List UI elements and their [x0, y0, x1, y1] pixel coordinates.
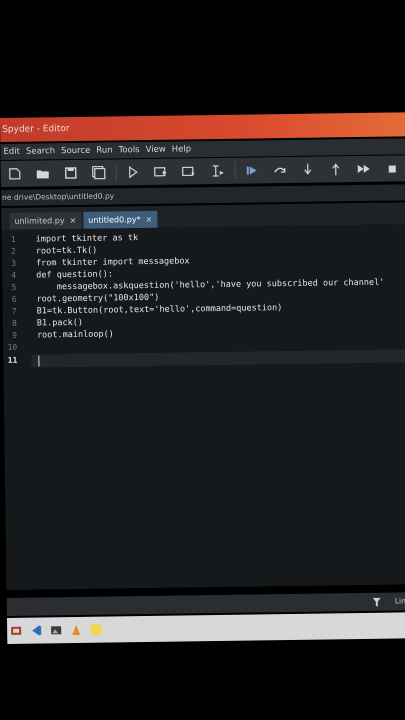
menu-help[interactable]: Help	[172, 141, 192, 157]
step-icon[interactable]	[265, 159, 293, 181]
toolbar	[0, 155, 405, 187]
line-number: 3	[11, 258, 17, 268]
save-icon[interactable]	[57, 162, 85, 184]
text-caret	[38, 355, 40, 367]
code-line: root=tk.Tk()	[35, 245, 98, 257]
screen: Spyder - Editor Edit Search Source Run T…	[0, 112, 405, 648]
continue-icon[interactable]	[349, 158, 377, 180]
toolbar-separator	[114, 163, 118, 182]
filter-icon[interactable]	[372, 593, 381, 611]
stop-icon[interactable]	[377, 157, 405, 179]
code-line: import tkinter as tk	[35, 233, 139, 245]
code-line: root.mainloop()	[36, 329, 114, 341]
line-number: 11	[7, 355, 18, 365]
line-number: 10	[7, 342, 18, 352]
menu-tools[interactable]: Tools	[119, 142, 140, 158]
line-number: 2	[10, 246, 16, 256]
menu-run[interactable]: Run	[96, 142, 113, 158]
line-number: 1	[10, 234, 16, 244]
line-number: 9	[12, 330, 18, 340]
windows-taskbar	[6, 612, 405, 644]
line-number: 5	[11, 282, 17, 292]
open-folder-icon[interactable]	[29, 162, 57, 184]
run-icon[interactable]	[119, 161, 147, 183]
sticky-notes-icon[interactable]	[89, 623, 103, 637]
line-number: 7	[11, 306, 17, 316]
status-line-label: Line	[394, 596, 405, 606]
run-selection-icon[interactable]	[203, 160, 231, 182]
code-editor[interactable]: 1 2 3 4 5 6 7 8 9 10 11 import tkinter a…	[1, 224, 405, 590]
code-line: root.geometry("100x100")	[36, 292, 160, 305]
code-line: from tkinter import messagebox	[35, 256, 190, 269]
toolbar-separator	[233, 161, 236, 180]
run-cell-advance-icon[interactable]	[175, 160, 203, 182]
save-all-icon[interactable]	[85, 161, 113, 183]
menu-search[interactable]: Search	[26, 143, 55, 159]
tab-untitled0[interactable]: untitled0.py* ×	[83, 210, 158, 229]
tab-label: unlimited.py	[14, 216, 65, 226]
vscode-icon[interactable]	[29, 623, 43, 637]
current-line-highlight	[31, 349, 405, 368]
code-line: B1.pack()	[36, 317, 84, 329]
debug-icon[interactable]	[237, 159, 265, 181]
line-number: 6	[11, 294, 17, 304]
line-number-gutter: 1 2 3 4 5 6 7 8 9 10 11	[1, 229, 35, 590]
step-return-icon[interactable]	[321, 158, 349, 180]
code-line: B1=tk.Button(root,text='hello',command=q…	[36, 303, 283, 317]
code-line: messagebox.askquestion('hello','have you…	[36, 277, 385, 293]
paint-icon[interactable]	[9, 624, 23, 638]
close-icon[interactable]: ×	[69, 212, 76, 229]
menu-source[interactable]: Source	[61, 143, 90, 159]
menu-edit[interactable]: Edit	[3, 144, 20, 160]
photos-icon[interactable]	[49, 623, 63, 637]
step-into-icon[interactable]	[293, 159, 321, 181]
line-number: 8	[11, 318, 17, 328]
window-title: Spyder - Editor	[2, 124, 70, 135]
line-number: 4	[11, 270, 17, 280]
menu-view[interactable]: View	[145, 142, 166, 158]
close-icon[interactable]: ×	[145, 211, 152, 228]
tab-unlimited[interactable]: unlimited.py ×	[9, 211, 82, 230]
vlc-icon[interactable]	[69, 623, 83, 637]
run-cell-icon[interactable]	[147, 161, 175, 183]
new-file-icon[interactable]	[1, 163, 29, 185]
code-line: def question():	[36, 269, 114, 281]
file-path: ne drive\Desktop\untitled0.py	[2, 191, 115, 202]
window-titlebar: Spyder - Editor	[0, 112, 405, 142]
tab-label: untitled0.py*	[88, 215, 141, 225]
